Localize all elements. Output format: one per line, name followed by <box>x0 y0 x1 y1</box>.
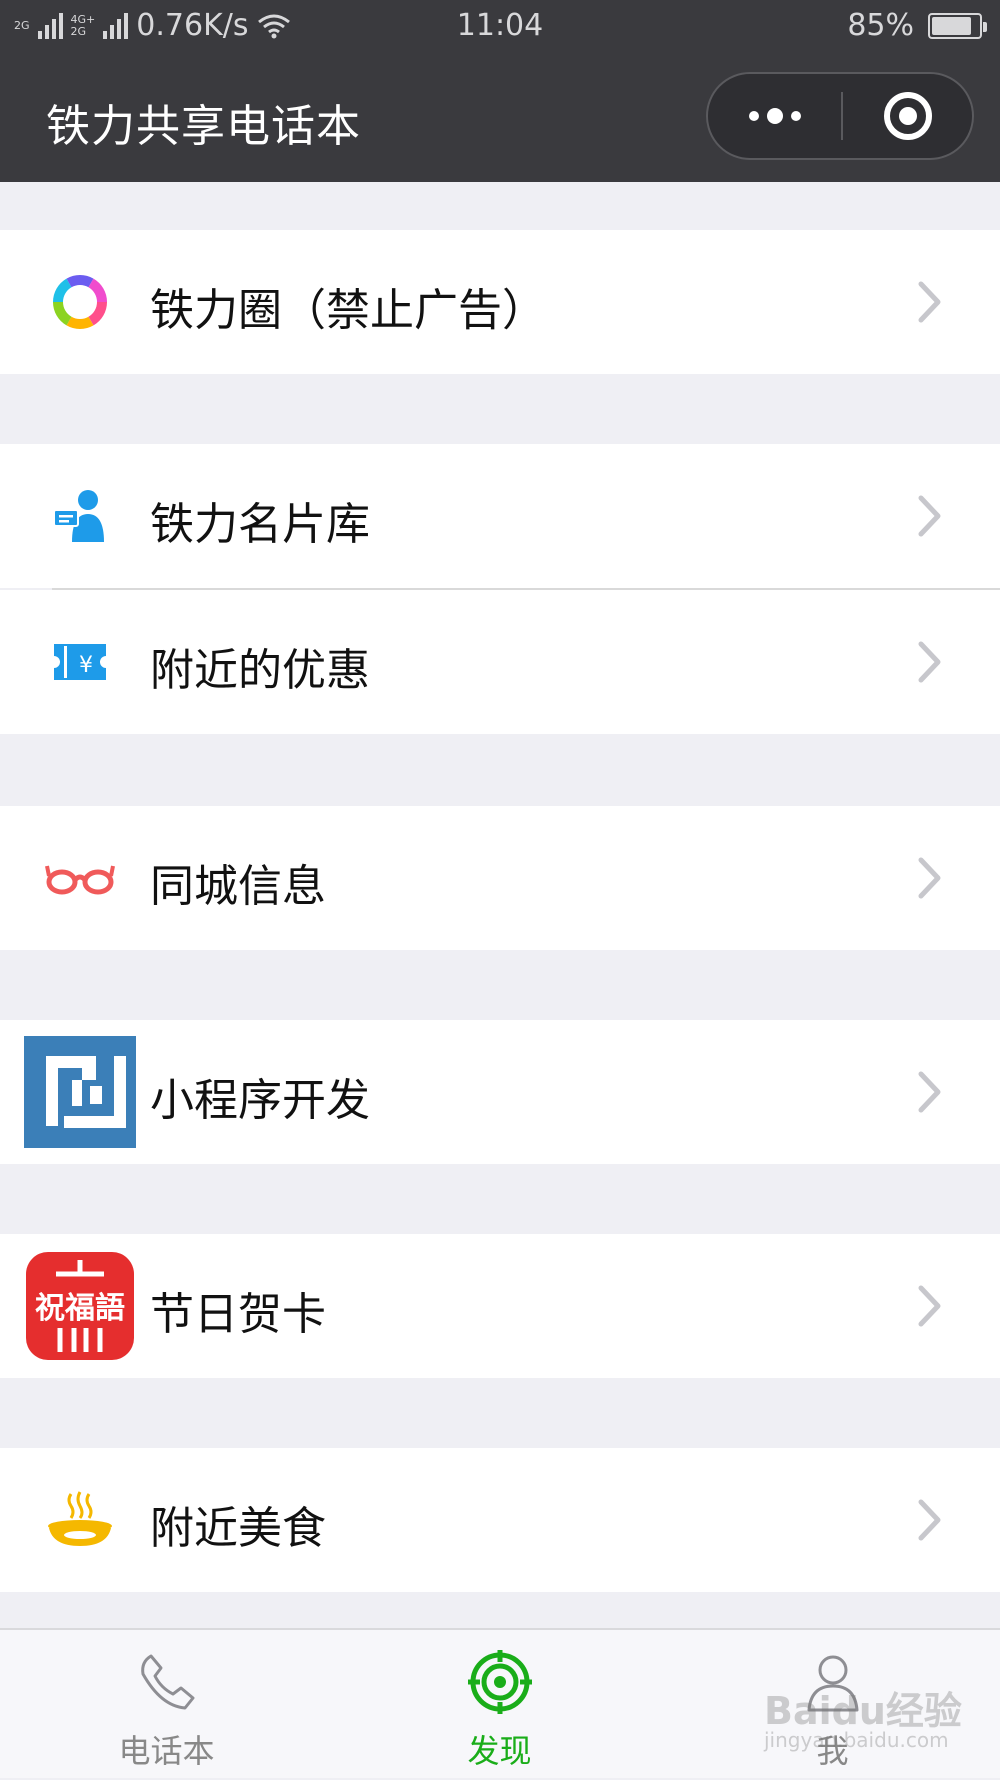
menu-item-label: 小程序开发 <box>150 1075 370 1126</box>
chevron-right-icon <box>918 641 941 683</box>
tab-label: 发现 <box>467 1732 532 1770</box>
close-mini-program-button[interactable] <box>842 74 974 158</box>
menu-item-label: 铁力名片库 <box>150 499 370 550</box>
phone-icon <box>140 1654 194 1710</box>
glasses-icon <box>24 828 136 928</box>
page-title: 铁力共享电话本 <box>46 101 361 152</box>
chevron-right-icon <box>918 1499 941 1541</box>
chevron-right-icon <box>918 857 941 899</box>
menu-item-tieli-circle[interactable]: 铁力圈（禁止广告） <box>0 230 1000 374</box>
mini-program-logo-icon <box>24 1036 136 1148</box>
tab-phonebook[interactable]: 电话本 <box>0 1630 333 1780</box>
seal-text: 祝福語 <box>35 1291 125 1326</box>
status-bar: 2G 4G+ 2G 0.76K/s 11:04 85% <box>0 0 1000 54</box>
watermark-text: Baidu经验 <box>764 1689 962 1733</box>
more-dot-icon <box>791 111 801 121</box>
tab-label: 电话本 <box>118 1732 215 1770</box>
battery-icon <box>928 12 987 39</box>
coupon-icon: ¥ <box>24 612 136 712</box>
watermark-subtext: jingyan.baidu.com <box>764 1728 949 1752</box>
blessing-seal-icon: 祝福語 <box>26 1252 134 1360</box>
close-circle-icon <box>884 92 932 140</box>
menu-item-label: 铁力圈（禁止广告） <box>150 285 546 336</box>
mini-program-capsule <box>706 72 974 160</box>
more-menu-button[interactable] <box>708 74 842 158</box>
menu-item-nearby-food[interactable]: 附近美食 <box>0 1448 1000 1592</box>
menu-item-label: 节日贺卡 <box>150 1289 326 1340</box>
tab-discover[interactable]: 发现 <box>333 1630 666 1780</box>
battery-fill <box>932 16 972 35</box>
discover-target-icon <box>467 1650 532 1714</box>
colorful-ring-icon <box>24 252 136 352</box>
menu-item-business-cards[interactable]: 铁力名片库 <box>0 444 1000 588</box>
status-right: 85% <box>847 8 987 43</box>
business-card-person-icon <box>24 466 136 566</box>
more-dot-icon <box>767 108 783 124</box>
menu-item-nearby-deals[interactable]: ¥ 附近的优惠 <box>0 590 1000 734</box>
menu-item-holiday-cards[interactable]: 祝福語 节日贺卡 <box>0 1234 1000 1378</box>
svg-text:¥: ¥ <box>79 653 93 678</box>
battery-percent: 85% <box>847 8 914 43</box>
menu-item-mini-program-dev[interactable]: 小程序开发 <box>0 1020 1000 1164</box>
chevron-right-icon <box>918 1071 941 1113</box>
chevron-right-icon <box>918 495 941 537</box>
menu-item-label: 附近的优惠 <box>150 645 370 696</box>
food-bowl-icon <box>24 1470 136 1570</box>
menu-item-label: 附近美食 <box>150 1503 326 1554</box>
menu-item-local-info[interactable]: 同城信息 <box>0 806 1000 950</box>
more-dot-icon <box>749 111 759 121</box>
nav-bar: 铁力共享电话本 <box>0 54 1000 182</box>
chevron-right-icon <box>918 281 941 323</box>
chevron-right-icon <box>918 1285 941 1327</box>
menu-item-label: 同城信息 <box>150 861 326 912</box>
